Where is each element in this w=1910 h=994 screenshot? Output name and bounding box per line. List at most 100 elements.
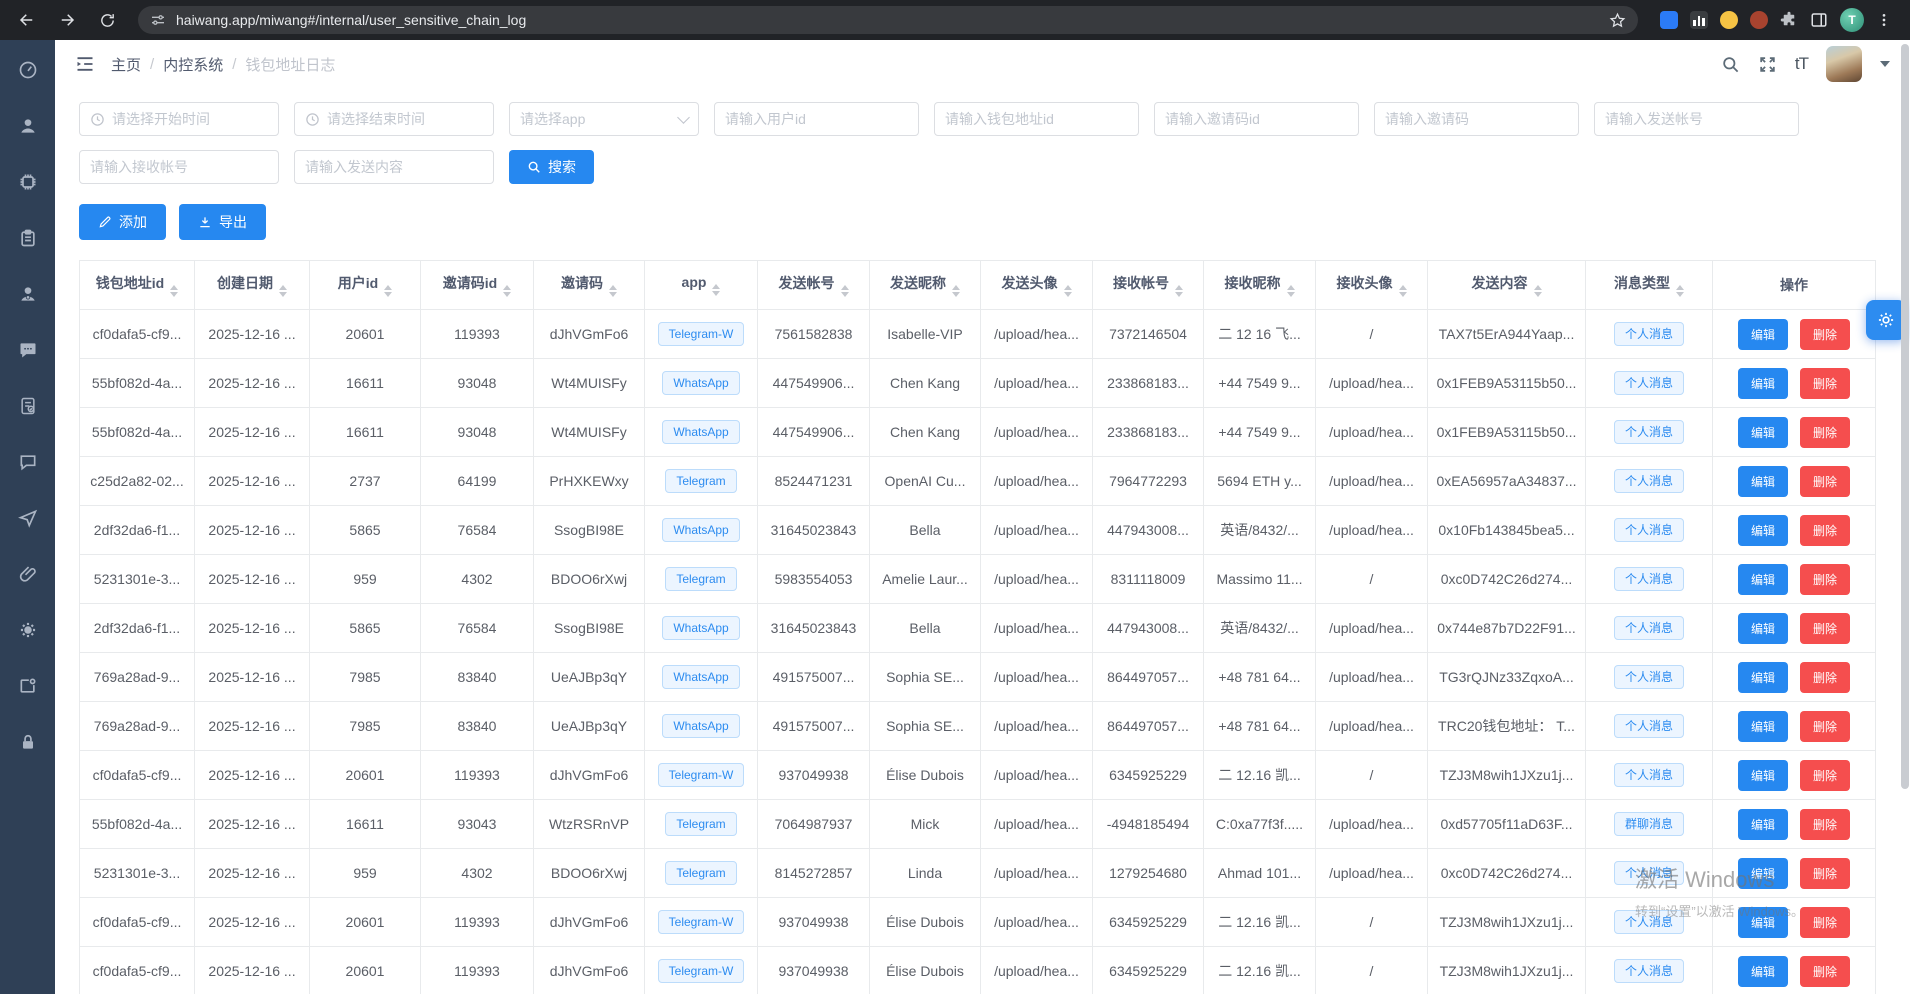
col-header-user-id[interactable]: 用户id bbox=[310, 261, 421, 310]
sidebar-item-chat[interactable] bbox=[18, 454, 38, 474]
wallet-id-input[interactable] bbox=[945, 111, 1128, 127]
search-button[interactable]: 搜索 bbox=[509, 150, 594, 184]
col-header-send-account[interactable]: 发送帐号 bbox=[758, 261, 870, 310]
sort-icon[interactable] bbox=[279, 285, 287, 297]
user-avatar[interactable] bbox=[1826, 46, 1862, 82]
delete-button[interactable]: 删除 bbox=[1800, 907, 1850, 938]
invite-code-field[interactable] bbox=[1374, 102, 1579, 136]
export-button[interactable]: 导出 bbox=[179, 204, 266, 240]
url-text[interactable]: haiwang.app/miwang#/internal/user_sensit… bbox=[176, 12, 1599, 28]
delete-button[interactable]: 删除 bbox=[1800, 760, 1850, 791]
delete-button[interactable]: 删除 bbox=[1800, 368, 1850, 399]
app-select-input[interactable] bbox=[520, 111, 672, 127]
sort-icon[interactable] bbox=[952, 285, 960, 297]
sidebar-item-links[interactable] bbox=[18, 566, 38, 586]
col-header-invite-code[interactable]: 邀请码 bbox=[534, 261, 645, 310]
delete-button[interactable]: 删除 bbox=[1800, 662, 1850, 693]
sort-icon[interactable] bbox=[1534, 285, 1542, 297]
sort-icon[interactable] bbox=[841, 285, 849, 297]
sidebar-item-settings[interactable] bbox=[18, 622, 38, 642]
search-icon[interactable] bbox=[1721, 55, 1740, 74]
edit-button[interactable]: 编辑 bbox=[1738, 858, 1788, 889]
sidebar-item-users[interactable] bbox=[18, 118, 38, 138]
sort-icon[interactable] bbox=[1676, 285, 1684, 297]
send-content-field[interactable] bbox=[294, 150, 494, 184]
app-select[interactable] bbox=[509, 102, 699, 136]
add-button[interactable]: 添加 bbox=[79, 204, 166, 240]
col-header-send-nick[interactable]: 发送昵称 bbox=[870, 261, 981, 310]
recv-account-input[interactable] bbox=[90, 159, 268, 175]
start-time-picker[interactable] bbox=[79, 102, 279, 136]
delete-button[interactable]: 删除 bbox=[1800, 466, 1850, 497]
edit-button[interactable]: 编辑 bbox=[1738, 809, 1788, 840]
sidebar-item-logs[interactable] bbox=[18, 230, 38, 250]
col-header-recv-avatar[interactable]: 接收头像 bbox=[1316, 261, 1428, 310]
side-panel-icon[interactable] bbox=[1810, 11, 1828, 29]
edit-button[interactable]: 编辑 bbox=[1738, 662, 1788, 693]
edit-button[interactable]: 编辑 bbox=[1738, 368, 1788, 399]
invite-code-id-input[interactable] bbox=[1165, 111, 1348, 127]
sidebar-item-security[interactable] bbox=[18, 734, 38, 754]
sort-icon[interactable] bbox=[384, 285, 392, 297]
col-header-wallet-id[interactable]: 钱包地址id bbox=[80, 261, 195, 310]
send-content-input[interactable] bbox=[305, 159, 483, 175]
sort-icon[interactable] bbox=[1399, 285, 1407, 297]
delete-button[interactable]: 删除 bbox=[1800, 417, 1850, 448]
edit-button[interactable]: 编辑 bbox=[1738, 417, 1788, 448]
col-header-recv-account[interactable]: 接收帐号 bbox=[1093, 261, 1204, 310]
delete-button[interactable]: 删除 bbox=[1800, 515, 1850, 546]
extension-yellow-icon[interactable] bbox=[1720, 11, 1738, 29]
extension-blue-icon[interactable] bbox=[1660, 11, 1678, 29]
sidebar-item-audit[interactable] bbox=[18, 398, 38, 418]
edit-button[interactable]: 编辑 bbox=[1738, 613, 1788, 644]
breadcrumb-internal[interactable]: 内控系统 bbox=[163, 54, 223, 75]
extension-red-icon[interactable] bbox=[1750, 11, 1768, 29]
user-id-field[interactable] bbox=[714, 102, 919, 136]
end-time-picker[interactable] bbox=[294, 102, 494, 136]
breadcrumb-home[interactable]: 主页 bbox=[111, 54, 141, 75]
sidebar-item-external[interactable] bbox=[18, 678, 38, 698]
site-settings-icon[interactable] bbox=[150, 12, 166, 28]
column-settings-button[interactable] bbox=[1866, 300, 1906, 340]
forward-icon[interactable] bbox=[50, 5, 84, 35]
sidebar-item-system[interactable] bbox=[18, 174, 38, 194]
sort-icon[interactable] bbox=[609, 285, 617, 297]
delete-button[interactable]: 删除 bbox=[1800, 858, 1850, 889]
sort-icon[interactable] bbox=[712, 284, 720, 296]
delete-button[interactable]: 删除 bbox=[1800, 319, 1850, 350]
edit-button[interactable]: 编辑 bbox=[1738, 956, 1788, 987]
edit-button[interactable]: 编辑 bbox=[1738, 711, 1788, 742]
back-icon[interactable] bbox=[10, 5, 44, 35]
avatar-dropdown-icon[interactable] bbox=[1880, 61, 1890, 67]
edit-button[interactable]: 编辑 bbox=[1738, 515, 1788, 546]
sort-icon[interactable] bbox=[1064, 285, 1072, 297]
browser-menu-icon[interactable] bbox=[1876, 12, 1892, 28]
col-header-msg-type[interactable]: 消息类型 bbox=[1586, 261, 1713, 310]
sidebar-item-broadcast[interactable] bbox=[18, 510, 38, 530]
address-bar[interactable]: haiwang.app/miwang#/internal/user_sensit… bbox=[138, 6, 1638, 34]
invite-code-id-field[interactable] bbox=[1154, 102, 1359, 136]
send-account-input[interactable] bbox=[1605, 111, 1788, 127]
sort-icon[interactable] bbox=[1175, 285, 1183, 297]
sidebar-item-dashboard[interactable] bbox=[18, 62, 38, 82]
user-id-input[interactable] bbox=[725, 111, 908, 127]
delete-button[interactable]: 删除 bbox=[1800, 809, 1850, 840]
font-size-icon[interactable]: tT bbox=[1795, 54, 1808, 74]
vertical-scrollbar[interactable] bbox=[1901, 44, 1909, 789]
extension-stats-icon[interactable] bbox=[1690, 11, 1708, 29]
sort-icon[interactable] bbox=[170, 285, 178, 297]
delete-button[interactable]: 删除 bbox=[1800, 613, 1850, 644]
sort-icon[interactable] bbox=[1287, 285, 1295, 297]
browser-profile-avatar[interactable]: T bbox=[1840, 8, 1864, 32]
col-header-recv-nick[interactable]: 接收昵称 bbox=[1204, 261, 1316, 310]
col-header-send-avatar[interactable]: 发送头像 bbox=[981, 261, 1093, 310]
end-time-input[interactable] bbox=[327, 111, 483, 127]
extensions-puzzle-icon[interactable] bbox=[1780, 11, 1798, 29]
edit-button[interactable]: 编辑 bbox=[1738, 319, 1788, 350]
delete-button[interactable]: 删除 bbox=[1800, 711, 1850, 742]
edit-button[interactable]: 编辑 bbox=[1738, 466, 1788, 497]
col-header-created-at[interactable]: 创建日期 bbox=[195, 261, 310, 310]
col-header-app[interactable]: app bbox=[645, 261, 758, 310]
edit-button[interactable]: 编辑 bbox=[1738, 760, 1788, 791]
delete-button[interactable]: 删除 bbox=[1800, 956, 1850, 987]
